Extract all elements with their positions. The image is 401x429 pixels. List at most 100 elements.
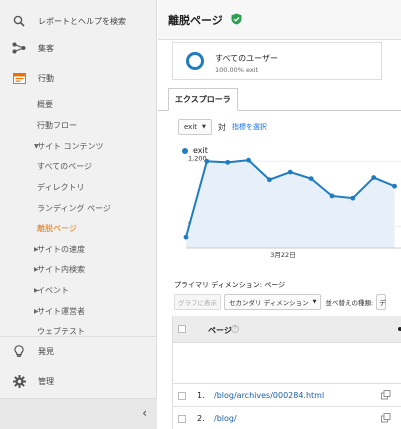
- segment-name: すべてのユーザー: [215, 54, 278, 63]
- report-header: 離脱ページ: [158, 0, 401, 40]
- sidebar-sub-overview[interactable]: 概要: [0, 93, 157, 115]
- row-checkbox[interactable]: [178, 415, 186, 423]
- data-point: [287, 169, 293, 175]
- data-point: [392, 183, 397, 189]
- row-page-link[interactable]: /blog/: [214, 414, 237, 423]
- table-header: ページ ?: [173, 316, 401, 343]
- row-number: 1.: [197, 391, 205, 400]
- sidebar-item-label: 集客: [38, 43, 54, 53]
- table-toolbar: グラフに表示 セカンダリ ディメンション ▼ 並べ替えの種類: デ: [174, 294, 387, 310]
- help-icon[interactable]: ?: [231, 325, 239, 333]
- sort-type-label: 並べ替えの種類:: [325, 299, 374, 307]
- report-tabs: エクスプローラ: [158, 88, 401, 111]
- data-point: [246, 157, 251, 163]
- sidebar-search[interactable]: レポートとヘルプを検索: [0, 10, 157, 32]
- data-point: [371, 175, 377, 180]
- sidebar-sub-experiments[interactable]: ウェブテスト: [0, 320, 157, 342]
- sidebar-sub-exit-pages[interactable]: 離脱ページ: [0, 217, 157, 239]
- secondary-dimension-dropdown[interactable]: セカンダリ ディメンション ▼: [224, 294, 322, 310]
- sidebar-item-label: 発見: [38, 346, 54, 356]
- caret-right-icon: ▶: [34, 265, 39, 273]
- data-point: [267, 177, 272, 183]
- sort-type-value: デ: [379, 299, 386, 307]
- data-point: [308, 176, 314, 182]
- sidebar-sub-publisher[interactable]: ▶ サイト運営者: [0, 300, 157, 322]
- main-panel: 離脱ページ すべてのユーザー 100.00% exit エクスプローラ exit…: [158, 0, 401, 429]
- admin-gear-icon: [12, 374, 26, 388]
- sidebar-sub-label: ディレクトリ: [37, 182, 85, 192]
- caret-right-icon: ▶: [34, 245, 39, 253]
- data-point: [350, 195, 356, 201]
- page-title: 離脱ページ: [168, 14, 223, 27]
- sidebar-item-label: 管理: [38, 376, 54, 386]
- table-row: 1. /blog/archives/000284.html: [173, 385, 401, 407]
- caret-down-icon: ▼: [202, 124, 206, 130]
- legend-label: exit: [193, 146, 208, 155]
- secondary-dimension-label: セカンダリ ディメンション: [229, 299, 309, 307]
- sidebar-sub-all-pages[interactable]: すべてのページ: [0, 155, 157, 177]
- exit-chart: 1,2006003月22日: [183, 154, 401, 259]
- sidebar-sub-site-speed[interactable]: ▶ サイトの速度: [0, 238, 157, 260]
- legend-dot: [182, 147, 188, 154]
- sidebar-item-admin[interactable]: 管理: [0, 370, 157, 392]
- metric-dropdown-value: exit: [184, 123, 198, 131]
- sidebar-search-label: レポートとヘルプを検索: [38, 16, 126, 26]
- sidebar-divider: [0, 336, 157, 337]
- chart-area: 1,2006003月22日 exit: [158, 145, 401, 260]
- data-point: [329, 193, 335, 199]
- segment-ring-icon: [186, 52, 204, 70]
- caret-right-icon: ▶: [34, 307, 39, 315]
- open-page-icon[interactable]: [381, 413, 391, 423]
- sidebar-sub-label: サイト内検索: [37, 264, 85, 274]
- sidebar-sub-label: サイト コンテンツ: [37, 141, 104, 151]
- sidebar-collapse-button[interactable]: ‹: [0, 398, 157, 429]
- caret-down-icon: ▼: [34, 142, 39, 150]
- sidebar-item-acquisition[interactable]: 集客: [0, 37, 157, 59]
- sidebar-sub-label: ランディング ページ: [37, 203, 111, 213]
- sidebar-item-label: 行動: [38, 73, 54, 83]
- search-icon: [12, 14, 26, 28]
- sidebar-sub-site-content[interactable]: ▼ サイト コンテンツ: [0, 135, 157, 157]
- sidebar-sub-label: 概要: [37, 99, 53, 109]
- segment-share: 100.00% exit: [215, 66, 259, 74]
- primary-dimension-label: プライマリ ディメンション: ページ: [174, 281, 286, 289]
- caret-down-icon: ▼: [312, 299, 317, 305]
- table-summary-row: [173, 344, 401, 384]
- sidebar-sub-label: サイト運営者: [37, 306, 85, 316]
- column-header-page[interactable]: ページ: [208, 325, 232, 336]
- chart-legend: exit: [182, 146, 208, 155]
- sidebar-sub-directory[interactable]: ディレクトリ: [0, 176, 157, 198]
- x-tick-label: 3月22日: [270, 251, 295, 259]
- metric-selector-row: exit ▼ 対 指標を選択: [178, 119, 267, 135]
- table-row: 2. /blog/: [173, 408, 401, 429]
- sidebar-item-behavior[interactable]: 行動: [0, 67, 157, 89]
- open-page-icon[interactable]: [381, 390, 391, 400]
- sidebar-sub-events[interactable]: ▶ イベント: [0, 279, 157, 301]
- sidebar-sub-site-search[interactable]: ▶ サイト内検索: [0, 258, 157, 280]
- sidebar-sub-label: ウェブテスト: [37, 326, 85, 336]
- metric-dropdown[interactable]: exit ▼: [178, 119, 212, 135]
- select-all-checkbox[interactable]: [178, 325, 186, 333]
- row-checkbox[interactable]: [178, 392, 186, 400]
- row-page-link[interactable]: /blog/archives/000284.html: [214, 391, 324, 400]
- versus-label: 対: [217, 122, 226, 132]
- data-point: [225, 159, 231, 165]
- sidebar-sub-behavior-flow[interactable]: 行動フロー: [0, 114, 157, 136]
- sort-type-dropdown[interactable]: デ: [376, 294, 387, 310]
- pick-metric-link[interactable]: 指標を選択: [232, 122, 267, 132]
- caret-right-icon: ▶: [34, 286, 39, 294]
- segment-card[interactable]: すべてのユーザー 100.00% exit: [172, 42, 382, 80]
- sidebar-sub-label: 行動フロー: [37, 120, 77, 130]
- data-table: ページ ? 1. /blog/archives/000284.html 2. /…: [172, 316, 401, 429]
- tab-explorer[interactable]: エクスプローラ: [168, 88, 238, 111]
- data-point: [204, 158, 210, 164]
- data-point: [183, 234, 189, 240]
- sidebar-sub-landing-pages[interactable]: ランディング ページ: [0, 197, 157, 219]
- verified-shield-icon: [231, 13, 242, 25]
- sidebar: レポートとヘルプを検索 集客 行動 概要 行動フロー ▼ サイト コンテンツ す…: [0, 0, 157, 429]
- plot-rows-button[interactable]: グラフに表示: [174, 294, 221, 310]
- sidebar-item-discover[interactable]: 発見: [0, 340, 157, 362]
- behavior-icon: [12, 71, 26, 85]
- sidebar-sub-label: サイトの速度: [37, 244, 85, 254]
- sidebar-sub-label: 離脱ページ: [37, 223, 77, 233]
